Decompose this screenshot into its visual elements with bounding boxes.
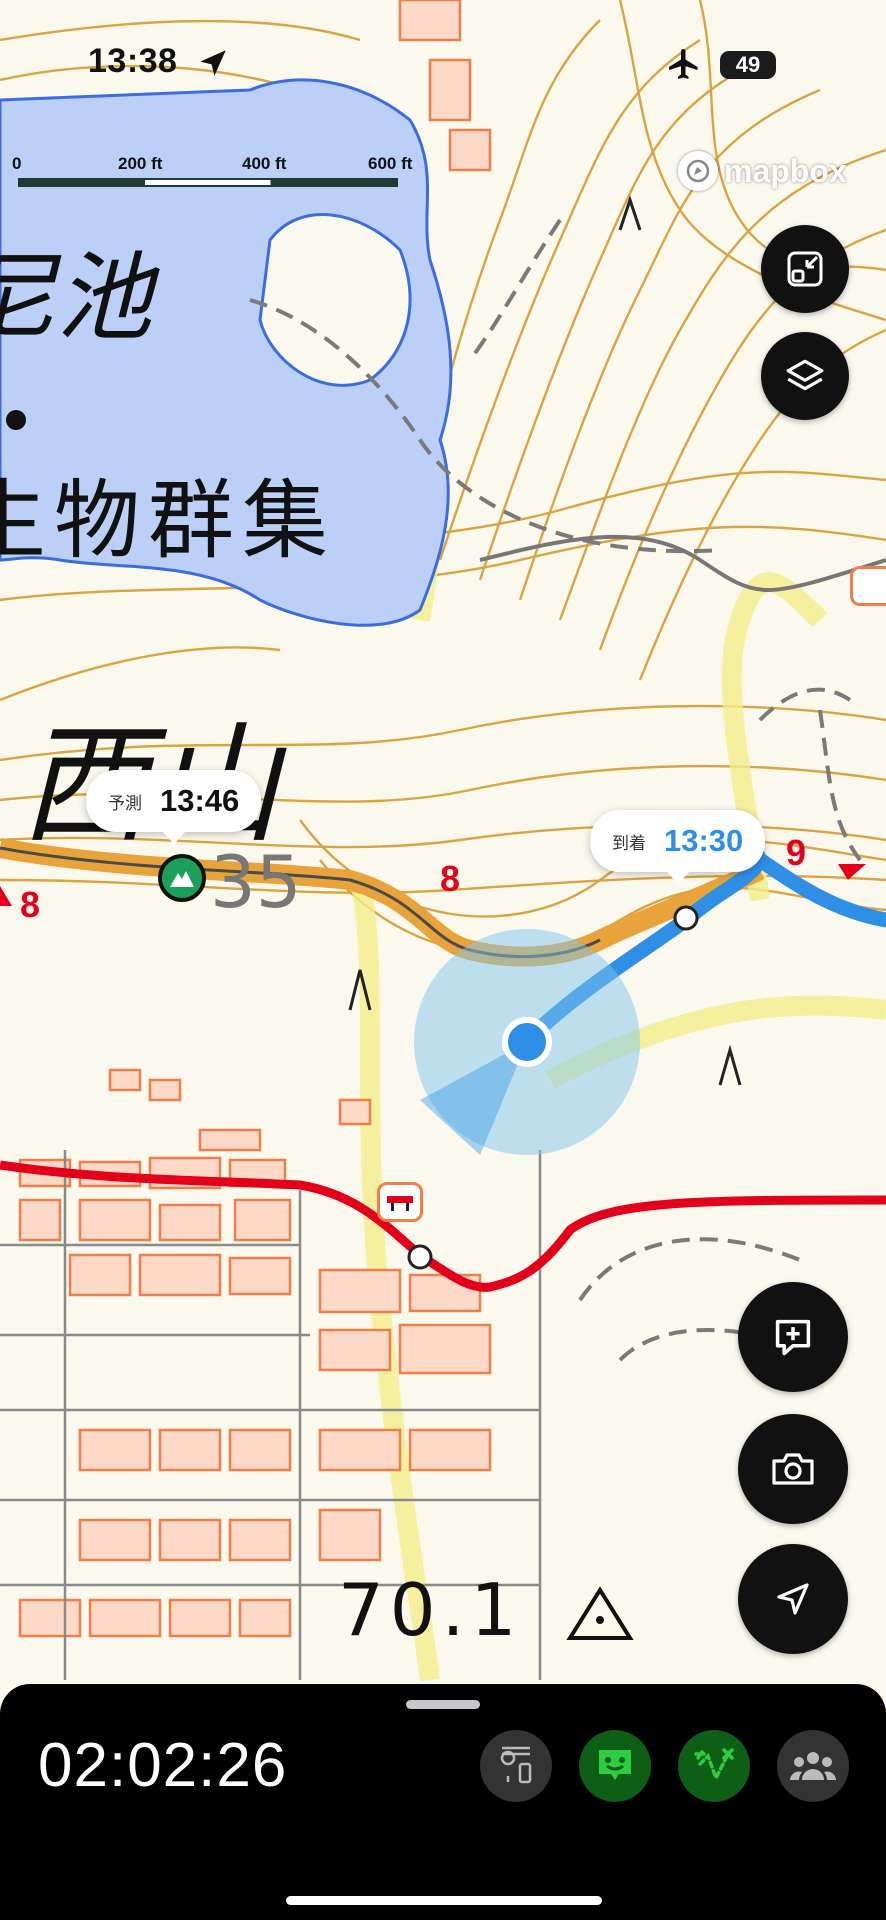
add-note-button[interactable] (738, 1282, 848, 1392)
navigate-button[interactable] (738, 1544, 848, 1654)
arrival-time: 13:30 (664, 823, 744, 858)
mapbox-wordmark: mapbox (724, 152, 847, 189)
scale-label-400: 400 ft (242, 154, 287, 173)
mapbox-attribution[interactable]: mapbox (678, 150, 847, 192)
mapbox-logo-icon (678, 151, 718, 191)
elapsed-timer: 02:02:26 (38, 1731, 288, 1800)
location-arrow-icon (200, 50, 226, 76)
face-button[interactable] (579, 1730, 651, 1802)
elevation-label-35: 35 (210, 840, 302, 924)
navigate-icon (777, 1583, 809, 1615)
scale-label-200: 200 ft (118, 154, 163, 173)
bullet-dot (6, 410, 26, 430)
airplane-icon (669, 49, 698, 79)
group-button[interactable] (777, 1730, 849, 1802)
gate-icon[interactable] (377, 1182, 423, 1222)
compress-icon (787, 251, 823, 287)
route-button[interactable] (678, 1730, 750, 1802)
waypoint-red-route[interactable] (407, 1244, 433, 1270)
distance-tool-button[interactable] (480, 1730, 552, 1802)
drag-handle[interactable] (406, 1700, 480, 1709)
route-icon (694, 1748, 734, 1783)
add-note-icon (775, 1319, 811, 1356)
face-icon (599, 1750, 631, 1780)
contour-label-8a: 8 (20, 884, 41, 925)
pin-distance-icon (500, 1746, 532, 1784)
bottom-panel[interactable] (0, 1684, 886, 1920)
scale-bar (18, 178, 398, 187)
elevation-label-70: 70.1 (338, 1568, 523, 1652)
group-icon (790, 1752, 836, 1780)
mountain-marker-icon[interactable] (158, 854, 206, 902)
scale-label-0: 0 (12, 154, 22, 173)
gate-icon[interactable] (850, 566, 886, 606)
contour-label-8b: 8 (440, 858, 461, 899)
current-location-dot (502, 1017, 552, 1067)
colony-label: 生物群集 (0, 471, 336, 571)
camera-icon (772, 1453, 814, 1485)
predicted-time-callout[interactable]: 予測 13:46 (86, 770, 262, 844)
home-indicator[interactable] (286, 1896, 602, 1905)
contour-label-9: 9 (786, 832, 807, 873)
status-time: 13:38 (88, 42, 178, 80)
predicted-label: 予測 (108, 793, 142, 813)
compress-map-button[interactable] (761, 225, 849, 313)
battery-indicator: 49 (720, 51, 776, 79)
layers-icon (786, 359, 824, 391)
scale-label-600: 600 ft (368, 154, 413, 173)
arrival-time-callout[interactable]: 到着 13:30 (590, 810, 766, 884)
camera-button[interactable] (738, 1414, 848, 1524)
layers-button[interactable] (761, 332, 849, 420)
arrival-label: 到着 (612, 833, 646, 853)
pond-name-label: 尼池 (0, 242, 152, 354)
waypoint-arrival[interactable] (673, 905, 699, 931)
predicted-time: 13:46 (160, 783, 240, 818)
